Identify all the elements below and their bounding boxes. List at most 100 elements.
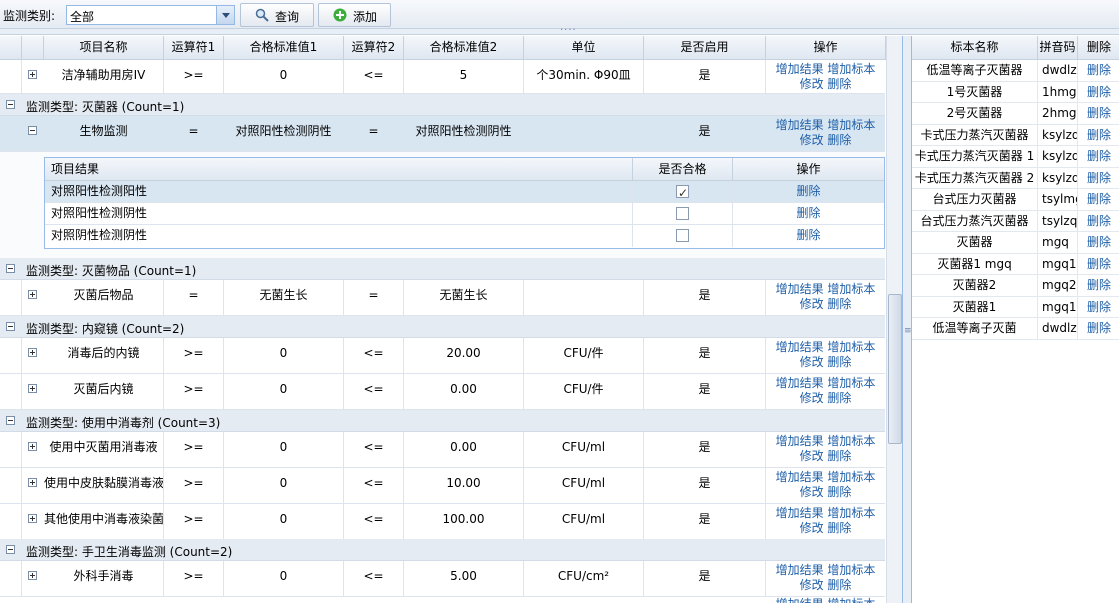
list-item[interactable]: 灭菌器 mgq 删除 xyxy=(912,232,1119,254)
group-header[interactable]: 监测类型: 灭菌物品 (Count=1) xyxy=(0,258,885,280)
col-unit[interactable]: 单位 xyxy=(524,36,644,60)
col-op1[interactable]: 运算符1 xyxy=(164,36,224,60)
delete-link[interactable]: 删除 xyxy=(1087,300,1111,314)
vertical-splitter[interactable]: ≡ xyxy=(903,36,912,603)
table-row[interactable]: 消毒后的内镜 >= 0 <= 20.00 CFU/件 是 增加结果 增加标本 修… xyxy=(0,338,885,374)
add-sample-link[interactable]: 增加标本 xyxy=(827,340,875,354)
list-item[interactable]: 卡式压力蒸汽灭菌器 ksylzq 删除 xyxy=(912,124,1119,146)
col-op2[interactable]: 运算符2 xyxy=(344,36,404,60)
add-result-link[interactable]: 增加结果 xyxy=(776,376,824,390)
delete-link[interactable]: 删除 xyxy=(827,449,851,463)
list-item[interactable]: 台式压力蒸汽灭菌器 tsylzq 删除 xyxy=(912,210,1119,232)
collapse-icon[interactable] xyxy=(6,322,15,331)
add-sample-link[interactable]: 增加标本 xyxy=(827,118,875,132)
vertical-scrollbar[interactable] xyxy=(886,36,902,603)
delete-link[interactable]: 删除 xyxy=(1087,106,1111,120)
list-item[interactable]: 灭菌器1 mgq1 删除 xyxy=(912,296,1119,318)
delete-link[interactable]: 删除 xyxy=(796,206,820,220)
list-item[interactable]: 卡式压力蒸汽灭菌器 1 ksylzq 删除 xyxy=(912,146,1119,168)
collapse-icon[interactable] xyxy=(6,545,15,554)
add-sample-link[interactable]: 增加标本 xyxy=(827,434,875,448)
add-result-link[interactable]: 增加结果 xyxy=(776,434,824,448)
edit-link[interactable]: 修改 xyxy=(800,449,824,463)
col-sample-name[interactable]: 标本名称 xyxy=(912,36,1038,60)
add-sample-link[interactable]: 增加标本 xyxy=(827,506,875,520)
expand-icon[interactable] xyxy=(28,514,37,523)
edit-link[interactable]: 修改 xyxy=(800,297,824,311)
list-item[interactable]: 2号灭菌器2hmgq 删除 xyxy=(912,103,1119,125)
table-row[interactable]: 生物监测 = 对照阳性检测阴性 = 对照阳性检测阴性 是 增加结果 增加标本 修… xyxy=(0,116,885,152)
table-row[interactable]: 使用中皮肤黏膜消毒液 >= 0 <= 10.00 CFU/ml 是 增加结果 增… xyxy=(0,468,885,504)
col-enabled[interactable]: 是否启用 xyxy=(644,36,766,60)
chevron-down-icon[interactable] xyxy=(216,6,234,24)
delete-link[interactable]: 删除 xyxy=(1087,278,1111,292)
add-button[interactable]: 添加 xyxy=(318,3,391,27)
add-result-link[interactable]: 增加结果 xyxy=(776,470,824,484)
col-value1[interactable]: 合格标准值1 xyxy=(224,36,344,60)
col-pinyin[interactable]: 拼音码 xyxy=(1038,36,1078,60)
delete-link[interactable]: 删除 xyxy=(827,77,851,91)
add-result-link[interactable]: 增加结果 xyxy=(776,62,824,76)
table-row[interactable]: 外科手消毒 >= 0 <= 5.00 CFU/cm² 是 增加结果 增加标本 修… xyxy=(0,561,885,597)
delete-link[interactable]: 删除 xyxy=(1087,85,1111,99)
qualified-checkbox[interactable] xyxy=(676,207,689,220)
table-row[interactable]: 灭菌后内镜 >= 0 <= 0.00 CFU/件 是 增加结果 增加标本 修改 … xyxy=(0,374,885,410)
edit-link[interactable]: 修改 xyxy=(800,391,824,405)
table-row[interactable]: 使用中灭菌用消毒液 >= 0 <= 0.00 CFU/ml 是 增加结果 增加标… xyxy=(0,432,885,468)
edit-link[interactable]: 修改 xyxy=(800,77,824,91)
col-delete[interactable]: 删除 xyxy=(1078,36,1119,60)
col-result[interactable]: 项目结果 xyxy=(45,158,633,181)
expand-icon[interactable] xyxy=(28,290,37,299)
group-header[interactable]: 监测类型: 灭菌器 (Count=1) xyxy=(0,94,885,116)
delete-link[interactable]: 删除 xyxy=(827,578,851,592)
list-item[interactable]: 对照阴性检测阴性 删除 xyxy=(45,225,884,247)
expand-icon[interactable] xyxy=(28,478,37,487)
col-qualified[interactable]: 是否合格 xyxy=(633,158,733,181)
expand-icon[interactable] xyxy=(28,348,37,357)
delete-link[interactable]: 删除 xyxy=(1087,214,1111,228)
list-item[interactable]: 对照阳性检测阴性 删除 xyxy=(45,203,884,225)
table-row[interactable]: 洁净辅助用房IV >= 0 <= 5 个30min. Φ90皿 是 增加结果 增… xyxy=(0,60,885,94)
collapse-icon[interactable] xyxy=(6,264,15,273)
horizontal-splitter[interactable]: ···· xyxy=(0,25,1119,36)
edit-link[interactable]: 修改 xyxy=(800,578,824,592)
list-item[interactable]: 1号灭菌器1hmgq 删除 xyxy=(912,81,1119,103)
group-header[interactable]: 监测类型: 内窥镜 (Count=2) xyxy=(0,316,885,338)
delete-link[interactable]: 删除 xyxy=(827,391,851,405)
delete-link[interactable]: 删除 xyxy=(796,228,820,242)
delete-link[interactable]: 删除 xyxy=(1087,257,1111,271)
delete-link[interactable]: 删除 xyxy=(1087,192,1111,206)
group-header[interactable]: 监测类型: 使用中消毒剂 (Count=3) xyxy=(0,410,885,432)
list-item[interactable]: 灭菌器1 mgq mgq1 删除 xyxy=(912,253,1119,275)
delete-link[interactable]: 删除 xyxy=(827,297,851,311)
delete-link[interactable]: 删除 xyxy=(1087,128,1111,142)
add-sample-link[interactable]: 增加标本 xyxy=(827,470,875,484)
delete-link[interactable]: 删除 xyxy=(1087,63,1111,77)
expand-icon[interactable] xyxy=(28,442,37,451)
collapse-icon[interactable] xyxy=(6,416,15,425)
col-item-name[interactable]: 项目名称 xyxy=(44,36,164,60)
list-item[interactable]: 低温等离子灭菌dwdlzm 删除 xyxy=(912,318,1119,340)
expand-icon[interactable] xyxy=(28,571,37,580)
table-row[interactable]: 其他使用中消毒液染菌 >= 0 <= 100.00 CFU/ml 是 增加结果 … xyxy=(0,504,885,540)
list-item[interactable]: 低温等离子灭菌器dwdlzm 删除 xyxy=(912,60,1119,82)
list-item[interactable]: 卡式压力蒸汽灭菌器 2 ksylzq 删除 xyxy=(912,167,1119,189)
add-result-link[interactable]: 增加结果 xyxy=(776,563,824,577)
edit-link[interactable]: 修改 xyxy=(800,133,824,147)
add-result-link[interactable]: 增加结果 xyxy=(776,340,824,354)
table-row[interactable]: 灭菌后物品 = 无菌生长 = 无菌生长 是 增加结果 增加标本 修改 删除 xyxy=(0,280,885,316)
add-result-link[interactable]: 增加结果 xyxy=(776,282,824,296)
group-header[interactable]: 监测类型: 手卫生消毒监测 (Count=2) xyxy=(0,539,885,561)
delete-link[interactable]: 删除 xyxy=(1087,149,1111,163)
add-sample-link[interactable]: 增加标本 xyxy=(827,376,875,390)
col-operation[interactable]: 操作 xyxy=(766,36,886,60)
expand-icon[interactable] xyxy=(28,384,37,393)
add-sample-link[interactable]: 增加标本 xyxy=(827,282,875,296)
qualified-checkbox[interactable] xyxy=(676,229,689,242)
delete-link[interactable]: 删除 xyxy=(1087,321,1111,335)
edit-link[interactable]: 修改 xyxy=(800,521,824,535)
query-button[interactable]: 查询 xyxy=(240,3,314,27)
add-sample-link[interactable]: 增加标本 xyxy=(827,563,875,577)
delete-link[interactable]: 删除 xyxy=(1087,171,1111,185)
list-item[interactable]: 对照阳性检测阳性 删除 xyxy=(45,181,884,203)
